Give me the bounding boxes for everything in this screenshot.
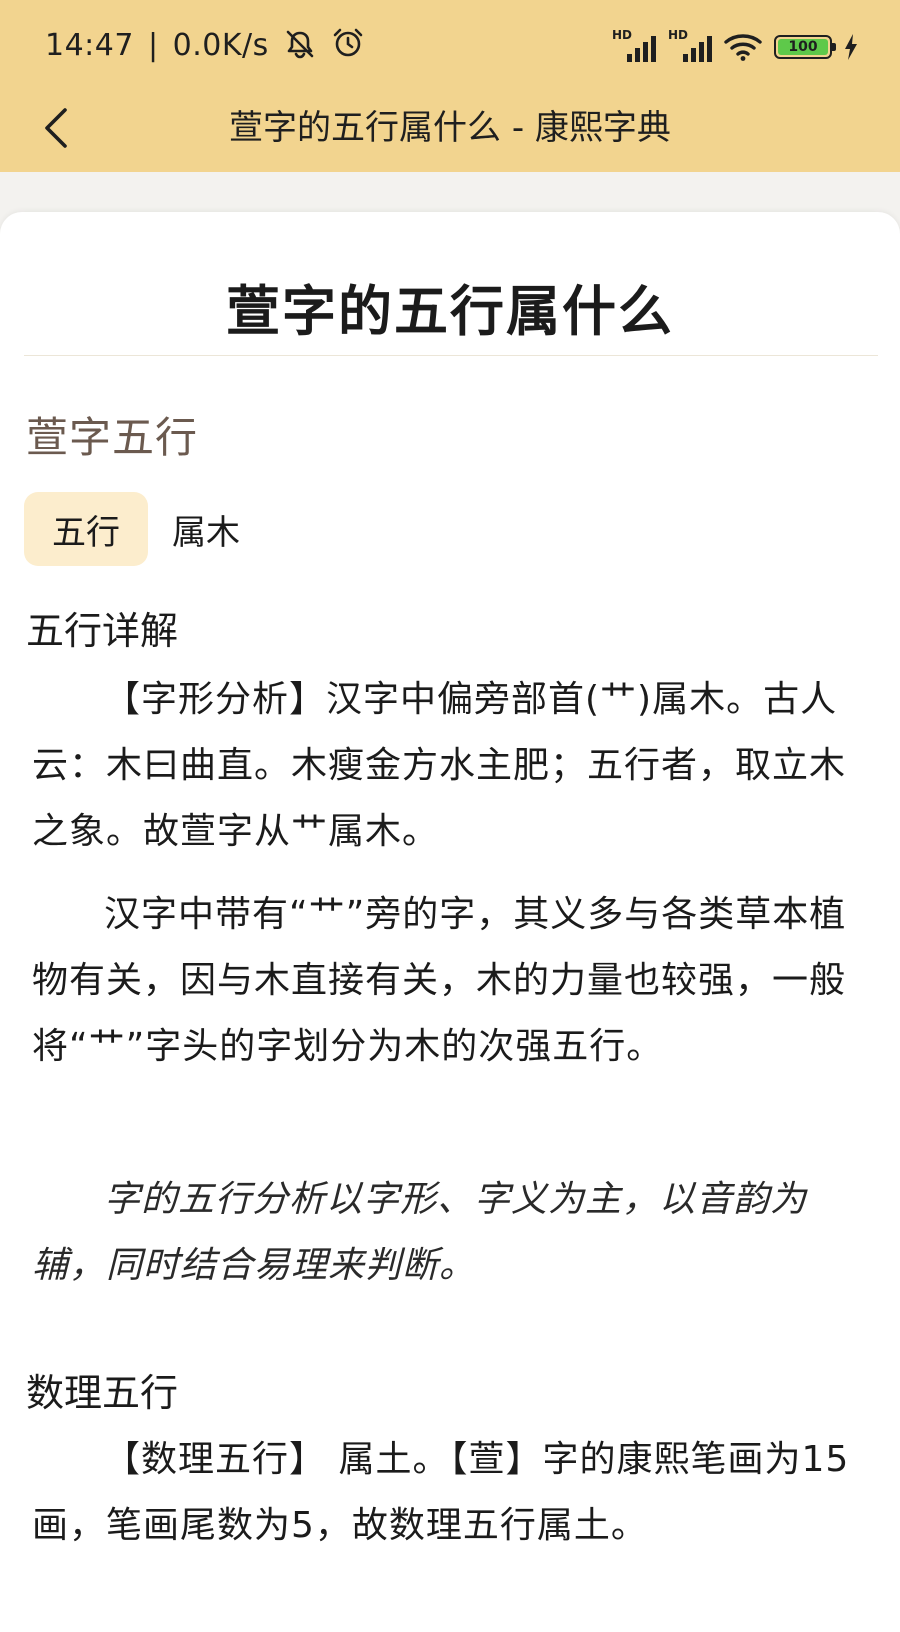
back-button[interactable] [28,100,84,156]
status-icons: HD HD 100 [612,28,858,64]
detail-heading: 五行详解 [26,609,179,653]
element-label-badge: 五行 [24,492,148,566]
content-card: 萱字的五行属什么 萱字五行 五行 属木 五行详解 【字形分析】汉字中偏旁部首(艹… [0,212,900,1632]
title-divider [24,355,878,356]
paragraph-number-element: 【数理五行】 属土。【萱】字的康熙笔画为15画，笔画尾数为5，故数理五行属土。 [32,1439,850,1546]
status-time: 14:47 | 0.0K/s [45,27,365,63]
mute-icon [286,30,314,59]
element-row: 五行 属木 [24,492,240,566]
wifi-icon [724,34,762,61]
section-title: 萱字五行 [26,413,199,462]
element-value: 属木 [172,512,240,553]
header: 14:47 | 0.0K/s HD HD 100 萱字的五行属什么 - 康熙字典 [0,0,900,172]
paragraph-note: 字的五行分析以字形、字义为主，以音韵为辅，同时结合易理来判断。 [32,1179,808,1286]
separator: | [148,28,159,63]
status-bar: 14:47 | 0.0K/s HD HD 100 [0,0,900,90]
app-title: 萱字的五行属什么 - 康熙字典 [229,108,671,148]
app-bar: 萱字的五行属什么 - 康熙字典 [0,90,900,172]
paragraph-glyph-analysis: 【字形分析】汉字中偏旁部首(艹)属木。古人云：木曰曲直。木瘦金方水主肥；五行者，… [32,679,847,852]
paragraph-grass-radical: 汉字中带有“艹”旁的字，其义多与各类草本植物有关，因与木直接有关，木的力量也较强… [32,894,847,1067]
signal-icon: HD [668,28,712,62]
charging-icon [845,34,857,60]
alarm-icon [333,28,363,57]
number-heading: 数理五行 [26,1371,179,1415]
clock: 14:47 [45,28,134,63]
battery-icon: 100 [774,35,836,59]
network-speed: 0.0K/s [172,28,269,63]
battery-level: 100 [778,39,828,55]
back-arrow-icon [45,108,67,148]
page-title: 萱字的五行属什么 [226,280,674,343]
signal-icon: HD [612,28,656,62]
